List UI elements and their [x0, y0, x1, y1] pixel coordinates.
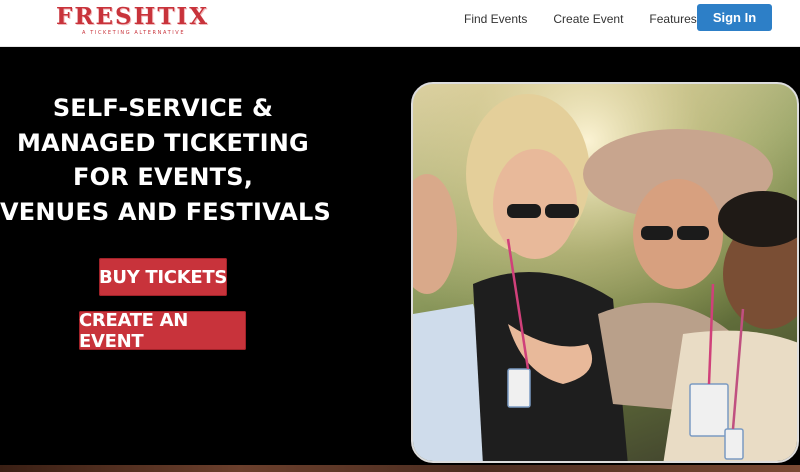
hero-section: SELF-SERVICE & MANAGED TICKETING FOR EVE… [0, 47, 800, 465]
nav-find-events[interactable]: Find Events [464, 12, 527, 26]
buy-tickets-button[interactable]: BUY TICKETS [99, 258, 227, 296]
next-section-image-strip [0, 465, 800, 472]
nav-create-event[interactable]: Create Event [553, 12, 623, 26]
hero-title-line: SELF-SERVICE & [52, 94, 274, 122]
main-nav: Find Events Create Event Features [464, 12, 723, 26]
sign-in-button[interactable]: Sign In [697, 4, 772, 31]
hero-title-line: MANAGED TICKETING [17, 128, 309, 157]
freshtix-logo[interactable]: FRESHTIX A TICKETING ALTERNATIVE [56, 4, 216, 37]
hero-title-line: FOR EVENTS, [72, 163, 254, 191]
create-event-button[interactable]: CREATE AN EVENT [79, 310, 246, 352]
logo-wordmark: FRESHTIX [56, 3, 210, 30]
hero-title-line: VENUES AND FESTIVALS [0, 197, 331, 226]
hero-photo [411, 82, 799, 463]
hero-title: SELF-SERVICE & MANAGED TICKETING FOR EVE… [0, 91, 331, 229]
nav-features[interactable]: Features [649, 12, 696, 26]
logo-tagline: A TICKETING ALTERNATIVE [82, 30, 186, 36]
festival-friends-image [413, 84, 797, 461]
site-header: FRESHTIX A TICKETING ALTERNATIVE Find Ev… [0, 0, 800, 47]
